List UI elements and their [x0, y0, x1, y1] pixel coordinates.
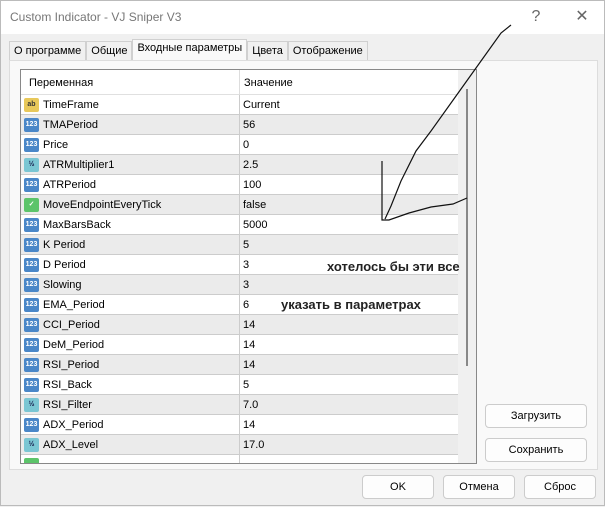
ok-button[interactable]: OK [362, 475, 434, 499]
annotation-text-2: указать в параметрах [281, 297, 421, 312]
annotation-text-1: хотелось бы эти все [327, 259, 460, 274]
save-button[interactable]: Сохранить [485, 438, 587, 462]
load-button[interactable]: Загрузить [485, 404, 587, 428]
dialog-window: Custom Indicator - VJ Sniper V3 ? ✕ О пр… [0, 0, 605, 506]
reset-button[interactable]: Сброс [524, 475, 596, 499]
handwritten-arrow-drawing [381, 24, 512, 221]
cancel-button[interactable]: Отмена [443, 475, 515, 499]
